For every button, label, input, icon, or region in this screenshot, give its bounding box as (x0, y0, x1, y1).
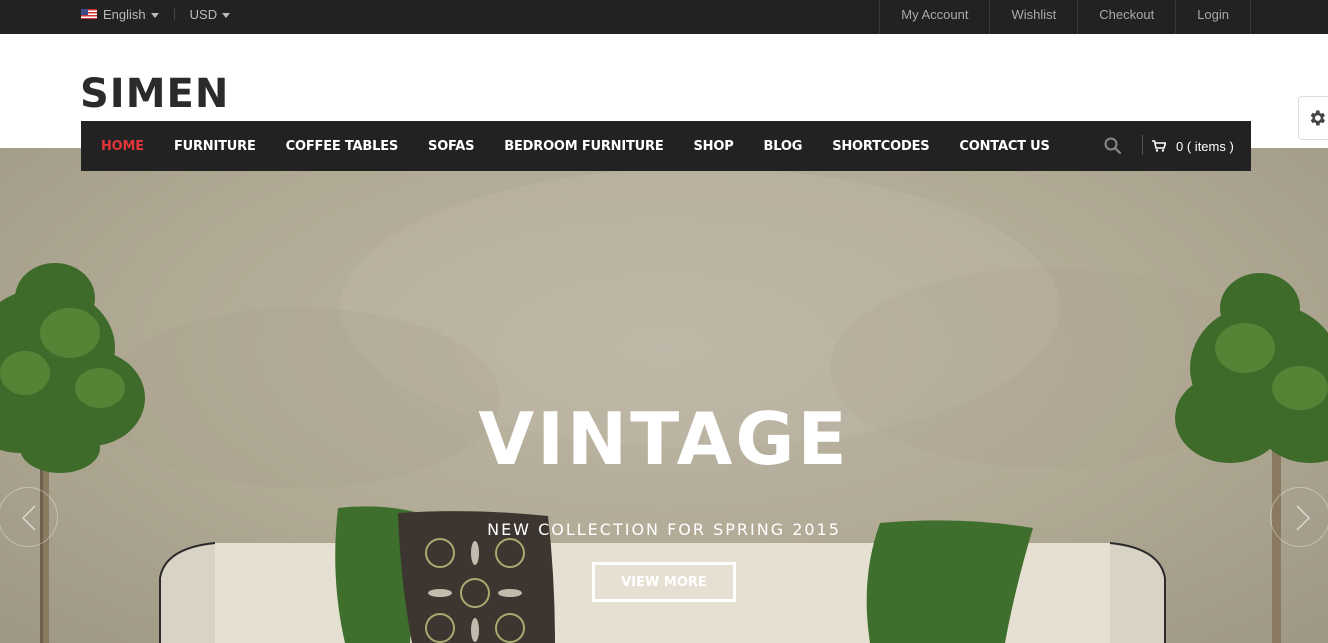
flag-icon (81, 9, 97, 19)
slider-next-button[interactable] (1270, 487, 1328, 547)
nav-item-blog[interactable]: BLOG (749, 139, 818, 154)
divider (1142, 135, 1143, 155)
slide-subtitle: NEW COLLECTION FOR SPRING 2015 (487, 520, 841, 539)
wishlist-link[interactable]: Wishlist (990, 0, 1079, 34)
chevron-left-icon (21, 505, 36, 531)
account-links: My Account Wishlist Checkout Login (879, 0, 1251, 34)
search-icon[interactable] (1103, 136, 1123, 156)
top-bar: English USD My Account Wishlist Checkout… (0, 0, 1328, 34)
cart-icon (1152, 140, 1166, 152)
site-logo[interactable]: SIMEN (80, 70, 229, 118)
currency-label: USD (189, 6, 218, 22)
my-account-link[interactable]: My Account (880, 0, 991, 34)
currency-selector[interactable]: USD (189, 6, 231, 22)
cart-items-label: ( items ) (1186, 138, 1234, 154)
chevron-right-icon (1296, 505, 1311, 531)
nav-item-bedroom-furniture[interactable]: BEDROOM FURNITURE (489, 139, 678, 154)
gear-icon (1310, 110, 1325, 126)
nav-item-furniture[interactable]: FURNITURE (159, 139, 271, 154)
chevron-down-icon (150, 12, 159, 18)
divider (173, 8, 175, 20)
settings-toggle[interactable] (1298, 96, 1328, 140)
language-selector[interactable]: English (103, 7, 159, 22)
nav-item-sofas[interactable]: SOFAS (413, 139, 489, 154)
cart-count: 0 (1176, 138, 1184, 154)
nav-item-coffee-tables[interactable]: COFFEE TABLES (271, 139, 413, 154)
nav-menu: HOME FURNITURE COFFEE TABLES SOFAS BEDRO… (81, 139, 1065, 154)
chevron-down-icon (222, 12, 231, 18)
locale-switchers: English USD (81, 0, 231, 28)
nav-item-shop[interactable]: SHOP (679, 139, 749, 154)
mini-cart[interactable]: 0 ( items ) (1152, 121, 1234, 171)
nav-item-contact-us[interactable]: CONTACT US (944, 139, 1064, 154)
login-link[interactable]: Login (1176, 0, 1251, 34)
nav-item-shortcodes[interactable]: SHORTCODES (817, 139, 944, 154)
main-navigation: HOME FURNITURE COFFEE TABLES SOFAS BEDRO… (81, 121, 1251, 171)
checkout-link[interactable]: Checkout (1078, 0, 1177, 34)
language-label: English (103, 6, 146, 22)
nav-item-home[interactable]: HOME (86, 139, 159, 154)
view-more-button[interactable]: VIEW MORE (592, 562, 736, 602)
slide-title: VINTAGE (478, 397, 850, 481)
slider-prev-button[interactable] (0, 487, 58, 547)
